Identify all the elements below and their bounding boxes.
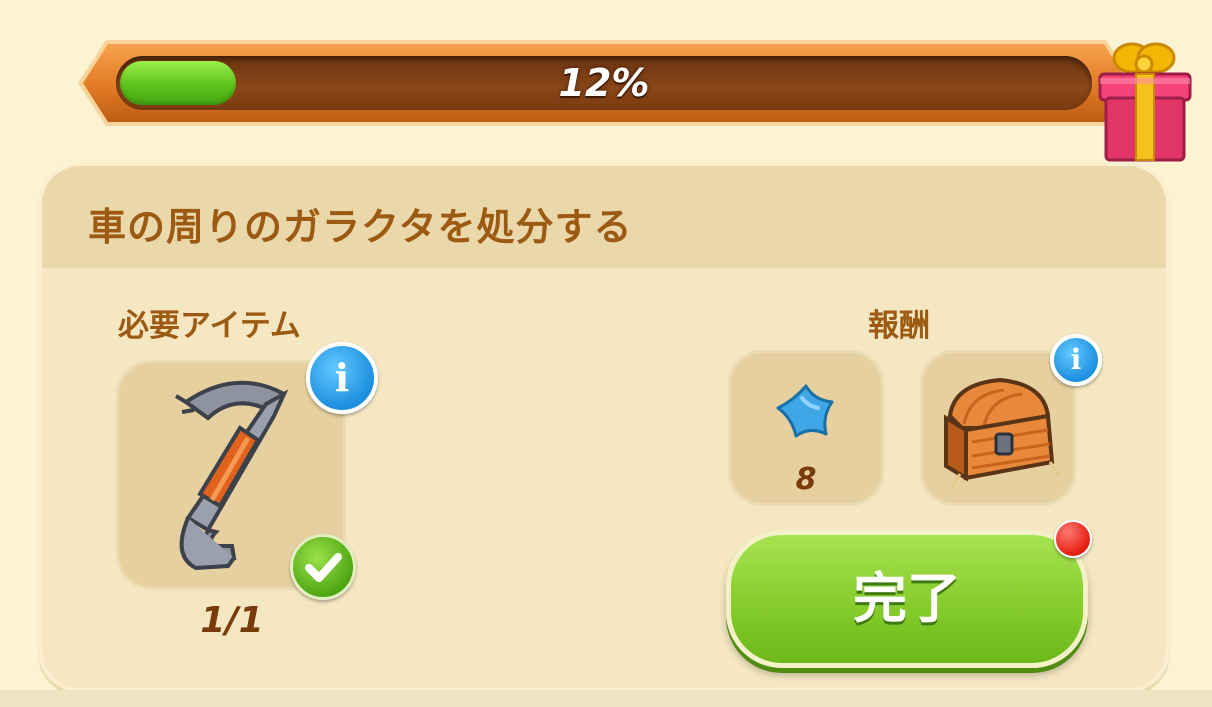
complete-button[interactable]: 完了 (726, 530, 1088, 668)
notification-dot (1054, 520, 1092, 558)
required-item-info-icon[interactable]: i (306, 342, 378, 414)
bottom-strip (0, 690, 1212, 707)
task-card: 車の周りのガラクタを処分する 必要アイテム i 1/1 報酬 8 i 完了 (42, 166, 1166, 688)
reward-slot-stars[interactable]: 8 (728, 350, 884, 506)
reward-label: 報酬 (868, 308, 930, 344)
reward-slot-chest[interactable] (920, 350, 1076, 506)
reward-star-amount: 8 (795, 462, 817, 497)
progress-banner: 12% (76, 38, 1192, 162)
reward-info-icon[interactable]: i (1050, 334, 1102, 386)
progress-percent: 12% (558, 61, 650, 105)
progress-track: 12% (116, 56, 1092, 110)
task-header: 車の周りのガラクタを処分する (42, 166, 1166, 268)
checkmark-icon (290, 534, 356, 600)
required-items-label: 必要アイテム (118, 308, 301, 344)
gift-box-icon[interactable] (1086, 36, 1198, 168)
treasure-chest-icon (944, 377, 1062, 491)
task-title: 車の周りのガラクタを処分する (88, 205, 633, 249)
required-item-count: 1/1 (200, 600, 264, 641)
